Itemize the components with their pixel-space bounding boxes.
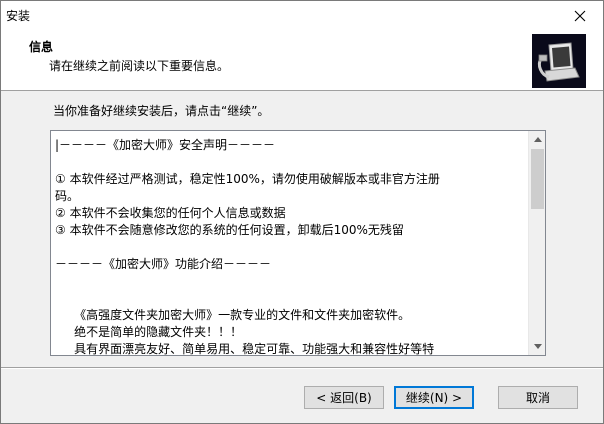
wizard-header: 信息 请在继续之前阅读以下重要信息。	[1, 31, 603, 91]
license-line	[55, 239, 525, 256]
license-line: －－－－《加密大师》功能介绍－－－－	[55, 257, 272, 271]
installer-computer-icon	[532, 34, 586, 88]
scroll-down-button[interactable]	[529, 338, 545, 355]
vertical-scrollbar[interactable]	[528, 131, 545, 355]
license-line: 《高强度文件夹加密大师》一款专业的文件和文件夹加密软件。	[55, 308, 411, 322]
installer-window: 安装 信息 请在继续之前阅读以下重要信息。 当你准备好继续安装后，请点击“继续”…	[0, 0, 604, 424]
license-line: ③ 本软件不会随意修改您的系统的任何设置，卸载后100%无残留	[55, 223, 404, 237]
chevron-down-icon	[533, 344, 542, 349]
license-line	[55, 273, 525, 290]
license-line: |－－－－《加密大师》安全声明－－－－	[55, 138, 276, 152]
license-line: ① 本软件经过严格测试，稳定性100%，请勿使用破解版本或非官方注册	[55, 172, 440, 186]
next-button[interactable]: 继续(N) >	[394, 386, 474, 409]
close-icon	[574, 10, 586, 22]
cancel-button[interactable]: 取消	[498, 386, 578, 409]
license-line: 绝不是简单的隐藏文件夹！！！	[55, 325, 243, 339]
license-line: 码。	[55, 189, 80, 203]
license-line: 具有界面漂亮友好、简单易用、稳定可靠、功能强大和兼容性好等特	[55, 342, 435, 356]
license-line: ② 本软件不会收集您的任何个人信息或数据	[55, 206, 286, 220]
license-line	[55, 290, 525, 307]
footer-divider-highlight	[1, 368, 603, 369]
close-button[interactable]	[557, 1, 603, 31]
computer-icon	[535, 37, 583, 85]
title-bar: 安装	[1, 1, 603, 31]
instruction-text: 当你准备好继续安装后，请点击“继续”。	[53, 104, 270, 118]
scroll-up-button[interactable]	[529, 131, 545, 148]
chevron-up-icon	[533, 137, 542, 142]
page-subtitle: 请在继续之前阅读以下重要信息。	[49, 59, 230, 73]
license-textbox[interactable]: |－－－－《加密大师》安全声明－－－－ ① 本软件经过严格测试，稳定性100%，请…	[50, 130, 546, 356]
scroll-thumb[interactable]	[531, 149, 544, 209]
license-line	[55, 154, 525, 171]
back-button[interactable]: < 返回(B)	[304, 386, 384, 409]
page-title: 信息	[29, 40, 54, 54]
window-title: 安装	[6, 9, 31, 23]
license-text: |－－－－《加密大师》安全声明－－－－ ① 本软件经过严格测试，稳定性100%，请…	[55, 137, 525, 356]
